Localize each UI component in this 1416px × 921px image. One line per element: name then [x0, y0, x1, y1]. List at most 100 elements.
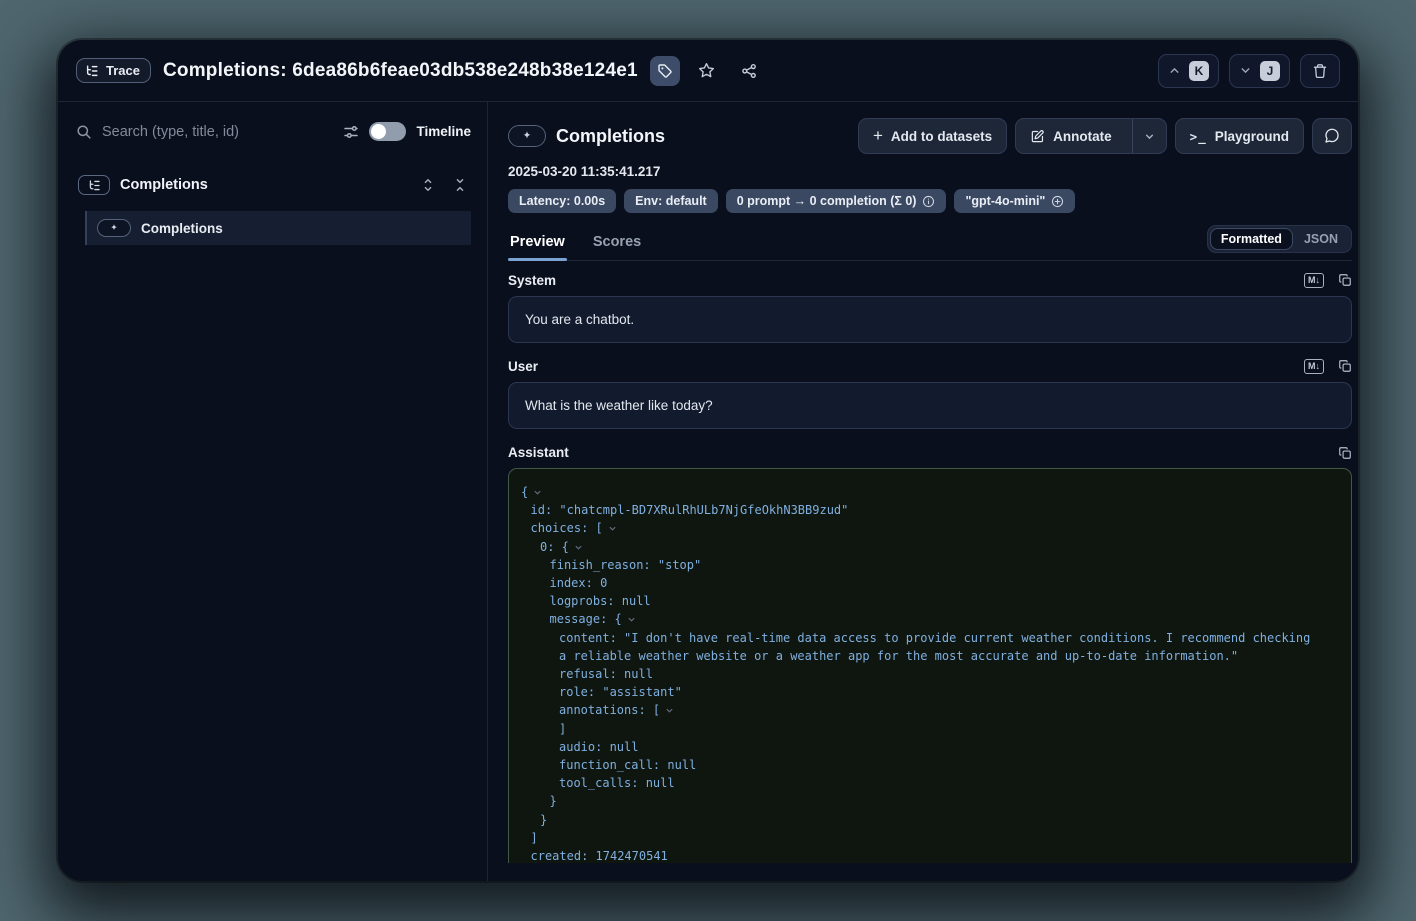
- section-title-assistant: Assistant: [508, 445, 569, 460]
- comment-bubble-icon: [1324, 128, 1340, 144]
- environment-badge: Env: default: [624, 189, 718, 213]
- sidebar-search-row: Timeline: [76, 122, 471, 141]
- generation-icon: [508, 125, 546, 147]
- model-badge[interactable]: "gpt-4o-mini": [954, 189, 1075, 213]
- prev-trace-button[interactable]: K: [1158, 54, 1219, 88]
- assistant-section-header: Assistant: [508, 445, 1352, 460]
- playground-button[interactable]: >_ Playground: [1175, 118, 1304, 154]
- page-title: Completions: 6dea86b6feae03db538e248b38e…: [163, 60, 638, 82]
- add-to-datasets-button[interactable]: + Add to datasets: [858, 118, 1007, 154]
- json-line: ]: [521, 720, 1311, 738]
- json-line: audio: null: [521, 738, 1311, 756]
- annotate-split-button: Annotate: [1015, 118, 1167, 154]
- header-actions: + Add to datasets: [858, 118, 1352, 154]
- json-line: choices: [: [521, 519, 1311, 537]
- chevron-down-icon: [1239, 64, 1252, 77]
- app-window: Trace Completions: 6dea86b6feae03db538e2…: [58, 40, 1358, 881]
- tree-item-label: Completions: [141, 221, 223, 236]
- plus-icon: +: [873, 127, 883, 144]
- plus-circle-icon: [1051, 195, 1064, 208]
- star-icon: [698, 62, 715, 79]
- latency-badge: Latency: 0.00s: [508, 189, 616, 213]
- share-button[interactable]: [734, 56, 764, 86]
- section-title-system: System: [508, 273, 556, 288]
- toggle-knob: [371, 124, 386, 139]
- user-section-header: User M↓: [508, 359, 1352, 374]
- markdown-toggle-icon[interactable]: M↓: [1304, 273, 1324, 288]
- json-line: id: "chatcmpl-BD7XRulRhULb7NjGfeOkhN3BB9…: [521, 501, 1311, 519]
- tabs-row: Preview Scores Formatted JSON: [508, 225, 1352, 261]
- observation-timestamp: 2025-03-20 11:35:41.217: [508, 164, 1352, 179]
- json-line: role: "assistant": [521, 683, 1311, 701]
- section-title-user: User: [508, 359, 538, 374]
- system-message-box: You are a chatbot.: [508, 296, 1352, 343]
- share-icon: [741, 63, 757, 79]
- comments-button[interactable]: [1312, 118, 1352, 154]
- star-button[interactable]: [692, 56, 722, 86]
- collapse-chevron-icon[interactable]: [574, 543, 583, 552]
- trace-tree-sidebar: Timeline Completions: [58, 102, 488, 881]
- collapse-all-icon[interactable]: [451, 176, 469, 194]
- json-line: }: [521, 792, 1311, 810]
- next-trace-button[interactable]: J: [1229, 54, 1290, 88]
- tree-icon: [85, 64, 99, 78]
- filter-sliders-icon[interactable]: [343, 124, 359, 140]
- assistant-json-viewer: { id: "chatcmpl-BD7XRulRhULb7NjGfeOkhN3B…: [508, 468, 1352, 863]
- detail-scroll-area[interactable]: Completions + Add to datasets: [488, 102, 1358, 863]
- json-line: finish_reason: "stop": [521, 556, 1311, 574]
- collapse-chevron-icon[interactable]: [533, 488, 542, 497]
- json-line: refusal: null: [521, 665, 1311, 683]
- tree-root-row[interactable]: Completions: [76, 171, 471, 199]
- json-line: function_call: null: [521, 756, 1311, 774]
- markdown-toggle-icon[interactable]: M↓: [1304, 359, 1324, 374]
- user-message-box: What is the weather like today?: [508, 382, 1352, 429]
- json-line: created: 1742470541: [521, 847, 1311, 863]
- app-body: Timeline Completions: [58, 102, 1358, 881]
- timeline-toggle[interactable]: [369, 122, 406, 141]
- search-input[interactable]: [102, 124, 333, 140]
- detail-header: Completions + Add to datasets: [508, 118, 1352, 154]
- timeline-label: Timeline: [416, 124, 471, 139]
- observation-title: Completions: [556, 126, 665, 147]
- tab-scores[interactable]: Scores: [591, 228, 643, 260]
- view-mode-formatted[interactable]: Formatted: [1211, 229, 1292, 249]
- collapse-chevron-icon[interactable]: [608, 524, 617, 533]
- json-line: logprobs: null: [521, 592, 1311, 610]
- trash-icon: [1312, 63, 1328, 79]
- chevron-up-icon: [1168, 64, 1181, 77]
- generation-icon: [97, 219, 131, 237]
- copy-icon[interactable]: [1338, 359, 1352, 373]
- topbar-actions: K J: [1158, 54, 1340, 88]
- pencil-square-icon: [1030, 129, 1045, 144]
- annotate-button[interactable]: Annotate: [1016, 119, 1124, 153]
- shortcut-key-j: J: [1260, 61, 1280, 81]
- trace-badge-label: Trace: [106, 63, 140, 78]
- terminal-icon: >_: [1190, 129, 1207, 144]
- view-mode-toggle: Formatted JSON: [1207, 225, 1352, 253]
- search-icon: [76, 124, 92, 140]
- copy-icon[interactable]: [1338, 446, 1352, 460]
- copy-icon[interactable]: [1338, 273, 1352, 287]
- json-line: tool_calls: null: [521, 774, 1311, 792]
- annotate-dropdown-caret[interactable]: [1132, 119, 1166, 153]
- tag-icon: [657, 63, 673, 79]
- json-line: content: "I don't have real-time data ac…: [521, 629, 1311, 665]
- tab-preview[interactable]: Preview: [508, 228, 567, 260]
- json-line: 0: {: [521, 538, 1311, 556]
- system-section-header: System M↓: [508, 273, 1352, 288]
- token-usage-badge[interactable]: 0 prompt → 0 completion (Σ 0): [726, 189, 947, 213]
- tree-controls: [419, 176, 469, 194]
- delete-trace-button[interactable]: [1300, 54, 1340, 88]
- shortcut-key-k: K: [1189, 61, 1209, 81]
- collapse-chevron-icon[interactable]: [627, 615, 636, 624]
- tag-button[interactable]: [650, 56, 680, 86]
- observation-detail-panel: Completions + Add to datasets: [488, 102, 1358, 881]
- collapse-chevron-icon[interactable]: [665, 706, 674, 715]
- trace-tree-icon: [78, 175, 110, 195]
- tree-item-completions-selected[interactable]: Completions: [87, 211, 471, 245]
- view-mode-json[interactable]: JSON: [1294, 229, 1348, 249]
- metadata-badges: Latency: 0.00s Env: default 0 prompt → 0…: [508, 189, 1352, 213]
- expand-all-icon[interactable]: [419, 176, 437, 194]
- tree-children: Completions: [85, 211, 471, 245]
- json-line: }: [521, 811, 1311, 829]
